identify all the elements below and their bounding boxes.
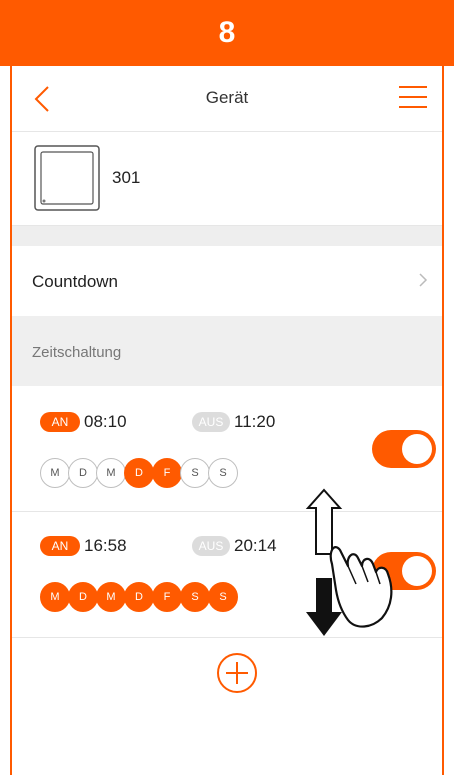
on-badge: AN (40, 536, 80, 556)
device-row: 301 (12, 132, 442, 226)
day-sat: S (180, 458, 210, 488)
on-time: 16:58 (84, 536, 127, 555)
schedule-row[interactable]: AN 16:58 AUS 20:14 M D M D F S S (12, 512, 442, 638)
day-fri: F (152, 458, 182, 488)
day-sat: S (180, 582, 210, 612)
day-fri: F (152, 582, 182, 612)
schedule-toggle[interactable] (372, 552, 436, 590)
day-thu: D (124, 582, 154, 612)
day-tue: D (68, 582, 98, 612)
page-title: Gerät (205, 88, 249, 107)
off-time: 11:20 (234, 412, 276, 431)
day-mon: M (40, 582, 70, 612)
day-wed: M (96, 458, 126, 488)
section-divider (12, 226, 442, 246)
section-label: Zeitschaltung (32, 344, 122, 361)
day-sun: S (208, 458, 238, 488)
day-mon: M (40, 458, 70, 488)
hamburger-menu-icon[interactable] (398, 84, 428, 110)
on-badge: AN (40, 412, 80, 432)
step-number: 8 (218, 16, 236, 49)
countdown-label: Countdown (32, 272, 119, 291)
step-banner: 8 (0, 0, 454, 66)
plus-circle-icon[interactable] (216, 652, 258, 694)
device-name: 301 (112, 168, 141, 187)
wall-switch-icon (34, 145, 100, 211)
on-time: 08:10 (84, 412, 127, 431)
toggle-knob (402, 556, 432, 586)
off-badge: AUS (192, 536, 230, 556)
day-thu: D (124, 458, 154, 488)
schedule-toggle[interactable] (372, 430, 436, 468)
schedule-row[interactable]: AN 08:10 AUS 11:20 M D M D F S S (12, 386, 442, 512)
day-sun: S (208, 582, 238, 612)
section-header: Zeitschaltung (12, 316, 442, 386)
chevron-right-icon (419, 273, 428, 287)
countdown-row[interactable]: Countdown (12, 246, 442, 316)
header: Gerät (12, 66, 442, 132)
app-screen: Gerät 301 Countdown Zeitschaltung AN 08:… (10, 66, 444, 775)
off-time: 20:14 (234, 536, 277, 555)
day-wed: M (96, 582, 126, 612)
day-tue: D (68, 458, 98, 488)
toggle-knob (402, 434, 432, 464)
weekday-selector: M D M D F S S (40, 458, 238, 488)
off-badge: AUS (192, 412, 230, 432)
weekday-selector: M D M D F S S (40, 582, 238, 612)
